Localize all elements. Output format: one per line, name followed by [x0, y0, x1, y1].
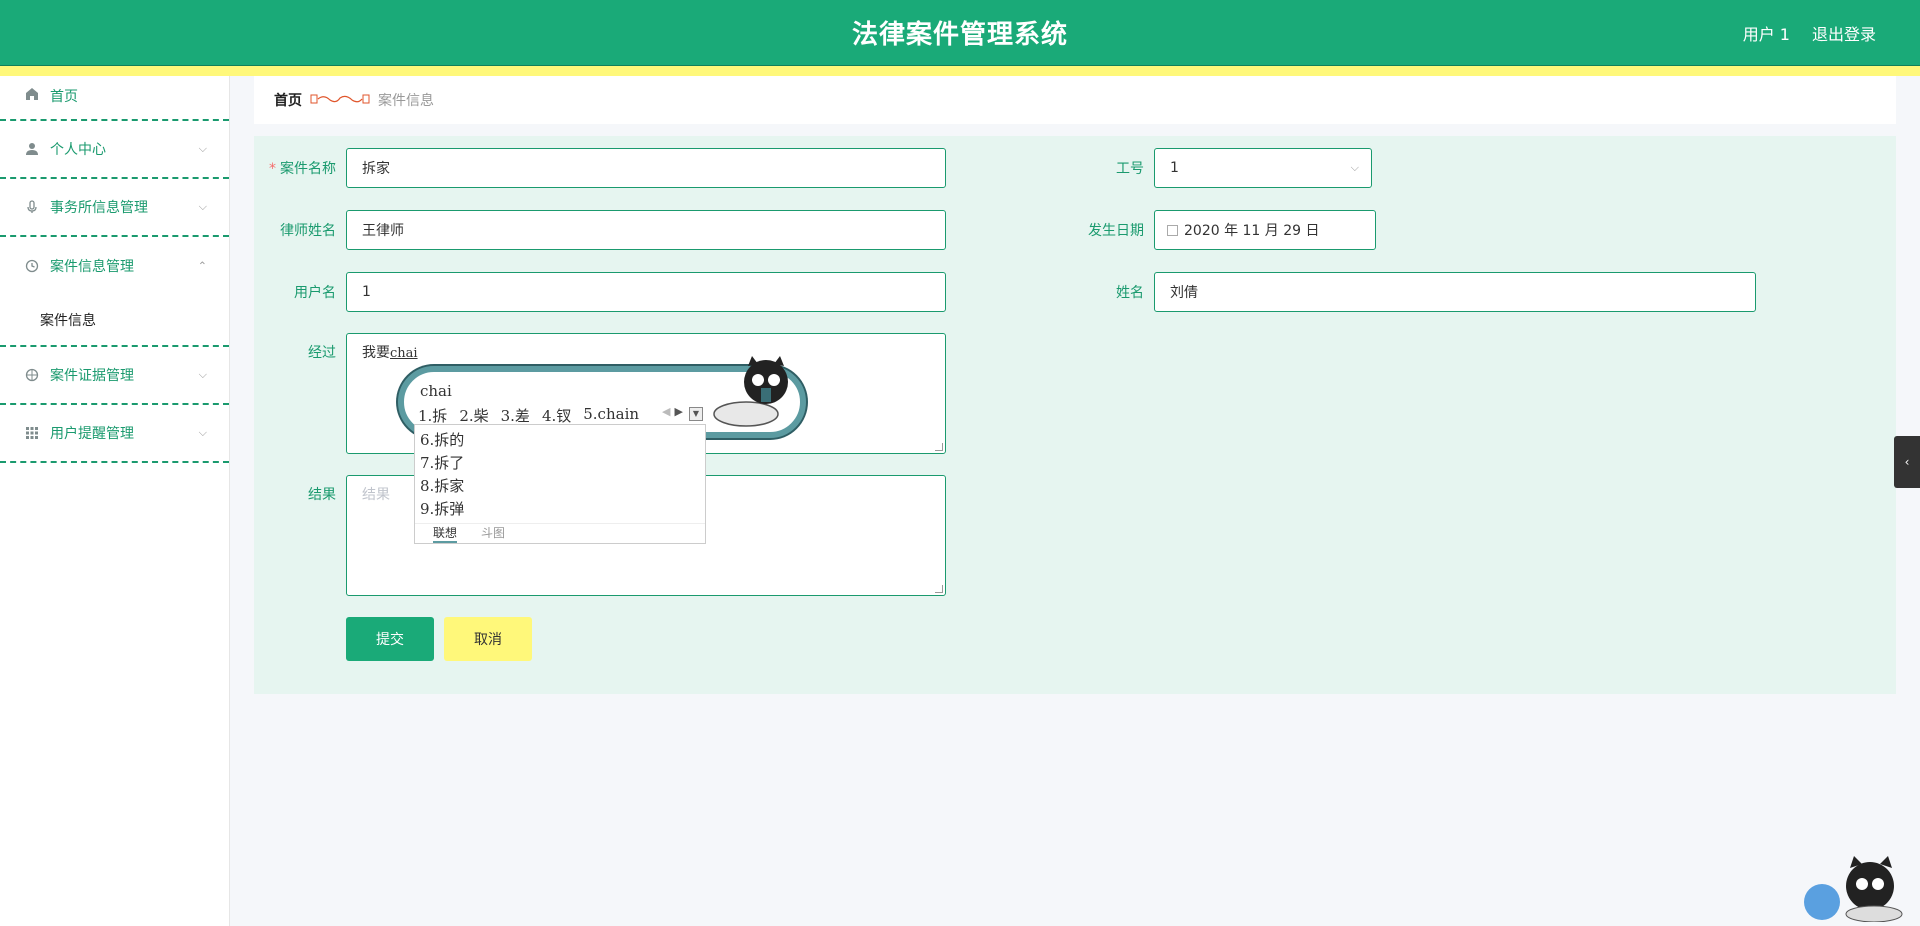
ime-tabs: 联想 斗图	[415, 523, 705, 543]
chevron-down-icon: ⌵	[198, 426, 207, 439]
ime-candidate-row: 1.拆 2.柴 3.差 4.钗 5.chain	[418, 405, 639, 426]
date-label: 发生日期	[1088, 223, 1144, 239]
lawyer-name-label: 律师姓名	[280, 223, 336, 239]
case-name-input[interactable]: 拆家	[346, 148, 946, 188]
resize-handle[interactable]	[935, 443, 943, 451]
ime-candidate[interactable]: 4.钗	[542, 405, 571, 426]
result-label: 结果	[308, 487, 336, 503]
desktop-mascot-icon	[1804, 856, 1903, 922]
chevron-down-icon: ⌵	[198, 368, 207, 381]
sidebar-item-case-info[interactable]: 案件信息管理 ⌃	[0, 237, 229, 295]
sidebar-item-label: 案件信息管理	[50, 259, 134, 275]
calendar-icon	[1167, 224, 1178, 236]
ime-candidate[interactable]: 3.差	[501, 405, 530, 426]
ime-candidate[interactable]: 6.拆的	[420, 429, 700, 452]
process-label: 经过	[308, 345, 336, 361]
sidebar-subitem-case-info[interactable]: 案件信息	[0, 295, 229, 345]
grid-icon	[24, 425, 40, 441]
process-composing-text: chai	[390, 346, 418, 361]
sidebar-item-label: 首页	[50, 89, 78, 105]
date-picker[interactable]: 2020 年 11 月 29 日	[1154, 210, 1376, 250]
sidebar-item-label: 事务所信息管理	[50, 200, 148, 216]
user-icon	[24, 141, 40, 157]
name-label: 姓名	[1116, 285, 1144, 301]
ime-candidate[interactable]: 9.拆弹	[420, 498, 700, 521]
sidebar-item-evidence[interactable]: 案件证据管理 ⌵	[0, 347, 229, 405]
cancel-button[interactable]: 取消	[444, 617, 532, 661]
ime-candidate[interactable]: 2.柴	[459, 405, 488, 426]
job-no-value: 1	[1170, 160, 1179, 176]
sidebar-item-label: 用户提醒管理	[50, 426, 134, 442]
process-text: 我要	[362, 345, 390, 361]
ime-page-arrows[interactable]: ◀ ▶	[662, 405, 683, 418]
breadcrumb-home[interactable]: 首页	[274, 90, 302, 110]
chevron-left-icon: ‹	[1904, 455, 1910, 469]
ime-expand-icon[interactable]: ▼	[689, 407, 703, 421]
sidebar: 首页 个人中心 ⌵ 事务所信息管理 ⌵ 案件信息管理 ⌃ 案件信息 案件证据管理…	[0, 76, 230, 926]
submit-button[interactable]: 提交	[346, 617, 434, 661]
clock-icon	[24, 258, 40, 274]
breadcrumb-current: 案件信息	[378, 93, 434, 109]
next-page-icon[interactable]: ▶	[674, 405, 682, 418]
app-title: 法律案件管理系统	[851, 20, 1068, 50]
ime-composition-text: chai	[420, 382, 452, 400]
ime-tab-suggest[interactable]: 联想	[433, 524, 458, 543]
sidebar-item-label: 案件证据管理	[50, 368, 134, 384]
collapse-panel-button[interactable]: ‹	[1894, 436, 1920, 488]
sidebar-item-label: 个人中心	[50, 142, 106, 158]
job-no-select[interactable]: 1 ⌵	[1154, 148, 1372, 188]
lawyer-name-input[interactable]: 王律师	[346, 210, 946, 250]
compass-icon	[24, 367, 40, 383]
microphone-icon	[24, 199, 40, 215]
ime-tab-sticker[interactable]: 斗图	[481, 524, 505, 543]
job-no-label: 工号	[1116, 161, 1144, 177]
sidebar-group-case-info: 案件信息管理 ⌃ 案件信息	[0, 237, 229, 347]
ime-mascot-icon	[713, 356, 788, 427]
user-label[interactable]: 用户 1	[1743, 21, 1790, 45]
chevron-down-icon: ⌵	[1350, 161, 1359, 174]
prev-page-icon[interactable]: ◀	[662, 405, 670, 418]
ime-candidate[interactable]: 8.拆家	[420, 475, 700, 498]
name-input[interactable]: 刘倩	[1154, 272, 1756, 312]
home-icon	[24, 86, 40, 102]
sidebar-item-personal-center[interactable]: 个人中心 ⌵	[0, 121, 229, 179]
ime-candidate[interactable]: 1.拆	[418, 405, 447, 426]
breadcrumb-separator-icon	[310, 92, 370, 109]
sidebar-item-firm-info[interactable]: 事务所信息管理 ⌵	[0, 179, 229, 237]
header-accent-bar	[0, 66, 1920, 76]
logout-button[interactable]: 退出登录	[1812, 21, 1876, 45]
chevron-down-icon: ⌵	[198, 142, 207, 155]
header-actions: 用户 1 退出登录	[1743, 21, 1876, 45]
top-header: 法律案件管理系统 用户 1 退出登录	[0, 0, 1920, 66]
chevron-up-icon: ⌃	[197, 259, 207, 273]
case-name-label: * 案件名称	[269, 161, 336, 177]
ime-candidate[interactable]: 7.拆了	[420, 452, 700, 475]
username-label: 用户名	[294, 285, 336, 301]
sidebar-item-home[interactable]: 首页	[0, 76, 229, 121]
ime-candidate-list: 6.拆的 7.拆了 8.拆家 9.拆弹 联想 斗图	[414, 424, 706, 544]
username-input[interactable]: 1	[346, 272, 946, 312]
sidebar-item-reminders[interactable]: 用户提醒管理 ⌵	[0, 405, 229, 463]
ime-candidate[interactable]: 5.chain	[583, 405, 639, 426]
chevron-down-icon: ⌵	[198, 200, 207, 213]
date-value: 2020 年 11 月 29 日	[1184, 223, 1320, 239]
breadcrumb: 首页 案件信息	[254, 76, 1896, 124]
resize-handle[interactable]	[935, 585, 943, 593]
result-placeholder: 结果	[362, 487, 390, 503]
